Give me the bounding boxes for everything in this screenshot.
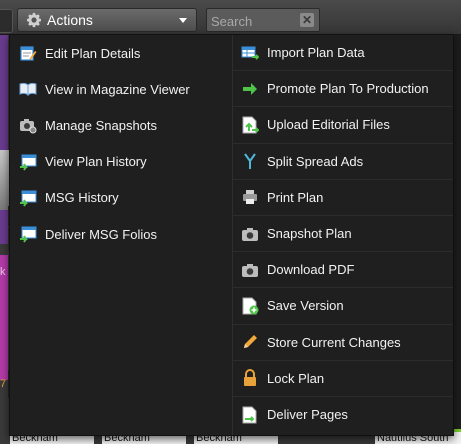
menu-item-label: Lock Plan (267, 370, 325, 386)
actions-menu-left-column: Edit Plan Details View in Magazine Viewe… (10, 35, 232, 252)
menu-item-label: Split Spread Ads (267, 153, 364, 169)
menu-item-deliver-msg-folios[interactable]: Deliver MSG Folios (10, 216, 232, 252)
camera-gear-icon (20, 119, 37, 134)
menu-item-label: Manage Snapshots (45, 117, 158, 133)
top-toolbar: Actions ✕ (0, 0, 461, 35)
toolbar-left-button[interactable] (0, 9, 13, 33)
menu-item-save-version[interactable]: Save Version (232, 288, 453, 325)
actions-dropdown-button[interactable]: Actions (17, 8, 197, 32)
menu-item-promote-plan-to-production[interactable]: Promote Plan To Production (232, 71, 453, 108)
menu-item-label: MSG History (45, 190, 119, 206)
menu-item-label: View Plan History (45, 154, 147, 170)
edge-text: 7 (0, 378, 7, 390)
menu-item-label: Download PDF (267, 262, 355, 278)
menu-item-edit-plan-details[interactable]: Edit Plan Details (10, 35, 232, 71)
search-input[interactable] (207, 9, 303, 33)
menu-item-store-current-changes[interactable]: Store Current Changes (232, 325, 453, 361)
deliver-folios-icon (20, 226, 37, 243)
page-thumbnail-strip (0, 34, 8, 244)
menu-item-label: Save Version (267, 298, 344, 314)
menu-item-label: Deliver Pages (267, 407, 348, 423)
menu-item-print-plan[interactable]: Print Plan (232, 180, 453, 216)
actions-menu: Edit Plan Details View in Magazine Viewe… (9, 34, 454, 436)
pencil-icon (244, 335, 257, 349)
menu-item-label: Edit Plan Details (45, 45, 141, 61)
menu-item-label: View in Magazine Viewer (45, 81, 190, 97)
history-icon (20, 154, 37, 171)
split-icon (244, 153, 256, 170)
import-table-icon (241, 46, 259, 60)
lock-icon (244, 369, 256, 387)
menu-item-label: Snapshot Plan (267, 226, 352, 242)
search-box: ✕ (206, 8, 320, 33)
deliver-pages-icon (242, 406, 257, 424)
menu-item-upload-editorial-files[interactable]: Upload Editorial Files (232, 107, 453, 144)
menu-item-label: Store Current Changes (267, 334, 401, 350)
menu-item-split-spread-ads[interactable]: Split Spread Ads (232, 144, 453, 180)
save-version-icon (242, 297, 259, 315)
menu-item-label: Deliver MSG Folios (45, 226, 157, 242)
book-icon (19, 83, 37, 97)
edge-text: k (0, 266, 6, 278)
menu-item-deliver-pages[interactable]: Deliver Pages (232, 397, 453, 433)
upload-file-icon (242, 116, 259, 134)
actions-menu-right-column: Import Plan Data Promote Plan To Product… (232, 35, 453, 433)
printer-icon (243, 190, 257, 205)
menu-item-lock-plan[interactable]: Lock Plan (232, 361, 453, 397)
menu-item-label: Import Plan Data (267, 45, 365, 61)
actions-label: Actions (47, 12, 93, 28)
menu-item-label: Print Plan (267, 189, 324, 205)
menu-item-import-plan-data[interactable]: Import Plan Data (232, 35, 453, 72)
menu-item-view-plan-history[interactable]: View Plan History (10, 144, 232, 180)
menu-item-msg-history[interactable]: MSG History (10, 180, 232, 216)
chevron-down-icon (179, 17, 187, 23)
camera-icon (242, 227, 258, 241)
menu-item-label: Upload Editorial Files (267, 117, 390, 133)
gear-icon (27, 12, 41, 28)
menu-item-manage-snapshots[interactable]: Manage Snapshots (10, 107, 232, 143)
menu-item-download-pdf[interactable]: Download PDF (232, 252, 453, 289)
menu-item-view-in-magazine-viewer[interactable]: View in Magazine Viewer (10, 71, 232, 107)
clear-search-icon[interactable]: ✕ (300, 13, 314, 27)
msg-history-icon (20, 190, 37, 207)
menu-item-snapshot-plan[interactable]: Snapshot Plan (232, 216, 453, 253)
edit-plan-icon (20, 46, 37, 61)
camera-icon (242, 263, 258, 277)
green-arrow-icon (243, 82, 257, 95)
menu-item-label: Promote Plan To Production (267, 81, 429, 97)
